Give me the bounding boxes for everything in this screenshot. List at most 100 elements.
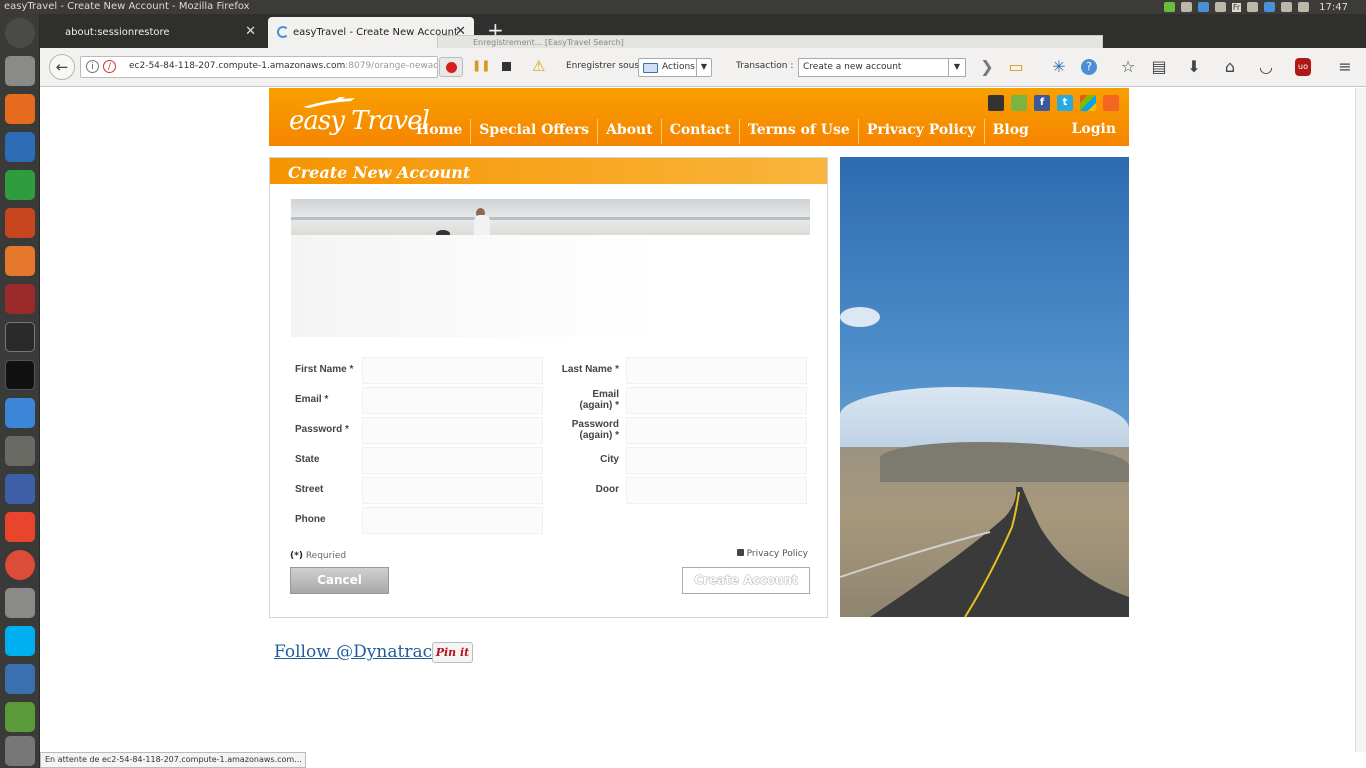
tab-session-restore[interactable]: about:sessionrestore ✕ [40, 17, 264, 48]
calc-icon[interactable] [5, 170, 35, 200]
nav-about[interactable]: About [597, 119, 661, 144]
pause-icon[interactable]: ❚❚ [472, 59, 490, 79]
network-icon[interactable] [1214, 2, 1226, 12]
social-links: f t [988, 95, 1119, 111]
record-button[interactable] [439, 57, 463, 77]
writer-icon[interactable] [5, 132, 35, 162]
url-bar[interactable]: i / ec2-54-84-118-207.compute-1.amazonaw… [80, 56, 438, 78]
pocket-icon[interactable]: ◡ [1256, 57, 1276, 77]
window-title: easyTravel - Create New Account - Mozill… [4, 1, 250, 12]
rss-icon[interactable] [1103, 95, 1119, 111]
create-account-button[interactable]: Create Account [682, 567, 810, 594]
transaction-select[interactable]: Create a new account ▼ [798, 58, 966, 77]
state-label: State [295, 454, 320, 465]
actions-select[interactable]: Actions ▼ [638, 58, 712, 77]
close-tab-icon[interactable]: ✕ [245, 24, 256, 39]
help-icon[interactable]: ? [1081, 59, 1097, 75]
help-icon[interactable] [5, 588, 35, 618]
email-field[interactable] [362, 387, 543, 414]
first-name-field[interactable] [362, 357, 543, 384]
play-icon[interactable]: ❯ [977, 57, 997, 77]
pin-it-button[interactable]: Pin it [432, 642, 473, 663]
amazon-icon[interactable] [5, 322, 35, 352]
vertical-scrollbar[interactable] [1355, 88, 1366, 752]
sync-icon[interactable] [1163, 2, 1175, 12]
system-tray: Fr 17:47 [1163, 0, 1366, 14]
form-row-location: State City [270, 446, 829, 476]
nav-contact[interactable]: Contact [660, 119, 739, 144]
battery-icon[interactable] [1281, 2, 1293, 12]
settings-icon[interactable] [5, 284, 35, 314]
nav-blog[interactable]: Blog [983, 119, 1037, 144]
password-again-field[interactable] [626, 417, 807, 444]
insecure-icon[interactable]: / [103, 60, 116, 73]
email-again-field[interactable] [626, 387, 807, 414]
phone-field[interactable] [362, 507, 543, 534]
bookmark-star-icon[interactable]: ☆ [1118, 57, 1138, 77]
road-landscape-image [840, 157, 1129, 617]
windows-icon[interactable] [1080, 95, 1096, 111]
nav-terms[interactable]: Terms of Use [738, 119, 858, 144]
ublock-icon[interactable]: uo [1295, 58, 1311, 76]
last-name-field[interactable] [626, 357, 807, 384]
android-icon[interactable] [1011, 95, 1027, 111]
city-label: City [600, 454, 619, 465]
password-again-label: Password (again) * [571, 419, 619, 441]
chevron-down-icon[interactable]: ▼ [948, 59, 965, 76]
mail-icon[interactable] [1264, 2, 1276, 12]
chrome-icon[interactable] [1197, 2, 1209, 12]
volume-icon[interactable] [1298, 2, 1310, 12]
cancel-button[interactable]: Cancel [290, 567, 389, 594]
open-folder-icon[interactable]: ▭ [1006, 57, 1026, 77]
twitter-icon[interactable]: t [1057, 95, 1073, 111]
reading-list-icon[interactable]: ▤ [1149, 57, 1169, 77]
dropbox-launcher-icon[interactable] [5, 398, 35, 428]
software-center-icon[interactable] [5, 246, 35, 276]
save-as-label: Enregistrer sous : [566, 61, 645, 71]
warning-icon[interactable]: ⚠ [532, 57, 545, 77]
back-button[interactable]: ← [49, 54, 75, 80]
login-link[interactable]: Login [1072, 121, 1116, 137]
state-field[interactable] [362, 447, 543, 474]
form-row-email: Email * Email (again) * [270, 386, 829, 416]
home-icon[interactable]: ⌂ [1220, 57, 1240, 77]
privacy-policy-link[interactable]: Privacy Policy [736, 549, 808, 559]
follow-dynatrace-link[interactable]: Follow @Dynatrace [274, 642, 442, 662]
chevron-down-icon[interactable]: ▼ [696, 59, 711, 76]
nav-privacy[interactable]: Privacy Policy [857, 119, 984, 144]
virtualbox-icon[interactable] [5, 664, 35, 694]
street-field[interactable] [362, 477, 543, 504]
stop-icon[interactable] [502, 62, 511, 71]
door-label: Door [595, 484, 619, 495]
nav-special-offers[interactable]: Special Offers [470, 119, 597, 144]
city-field[interactable] [626, 447, 807, 474]
impress-icon[interactable] [5, 208, 35, 238]
apple-icon[interactable] [988, 95, 1004, 111]
intellij-icon[interactable] [5, 360, 35, 390]
facebook-icon[interactable]: f [1034, 95, 1050, 111]
tab-label: about:sessionrestore [65, 27, 170, 38]
remote-desktop-icon[interactable] [5, 474, 35, 504]
password-field[interactable] [362, 417, 543, 444]
picasa-icon[interactable] [5, 512, 35, 542]
dropbox-icon[interactable] [1180, 2, 1192, 12]
dash-icon[interactable] [5, 18, 35, 48]
keyboard-layout-indicator[interactable]: Fr [1231, 2, 1242, 12]
skype-icon[interactable] [5, 626, 35, 656]
door-field[interactable] [626, 477, 807, 504]
download-icon[interactable]: ⬇ [1184, 57, 1204, 77]
clock[interactable]: 17:47 [1319, 2, 1348, 13]
gimp-icon[interactable] [5, 436, 35, 466]
menu-icon[interactable]: ≡ [1335, 57, 1355, 77]
nav-home[interactable]: Home [408, 119, 470, 144]
form-row-phone: Phone [270, 506, 829, 536]
files-icon[interactable] [5, 56, 35, 86]
trash-icon[interactable] [5, 736, 35, 766]
firefox-icon[interactable] [5, 94, 35, 124]
bluetooth-icon[interactable] [1247, 2, 1259, 12]
terminal-icon[interactable] [5, 702, 35, 732]
capture-icon[interactable]: ✳ [1049, 57, 1069, 77]
info-icon[interactable]: i [86, 60, 99, 73]
image-placeholder [291, 235, 657, 337]
chrome-launcher-icon[interactable] [5, 550, 35, 580]
